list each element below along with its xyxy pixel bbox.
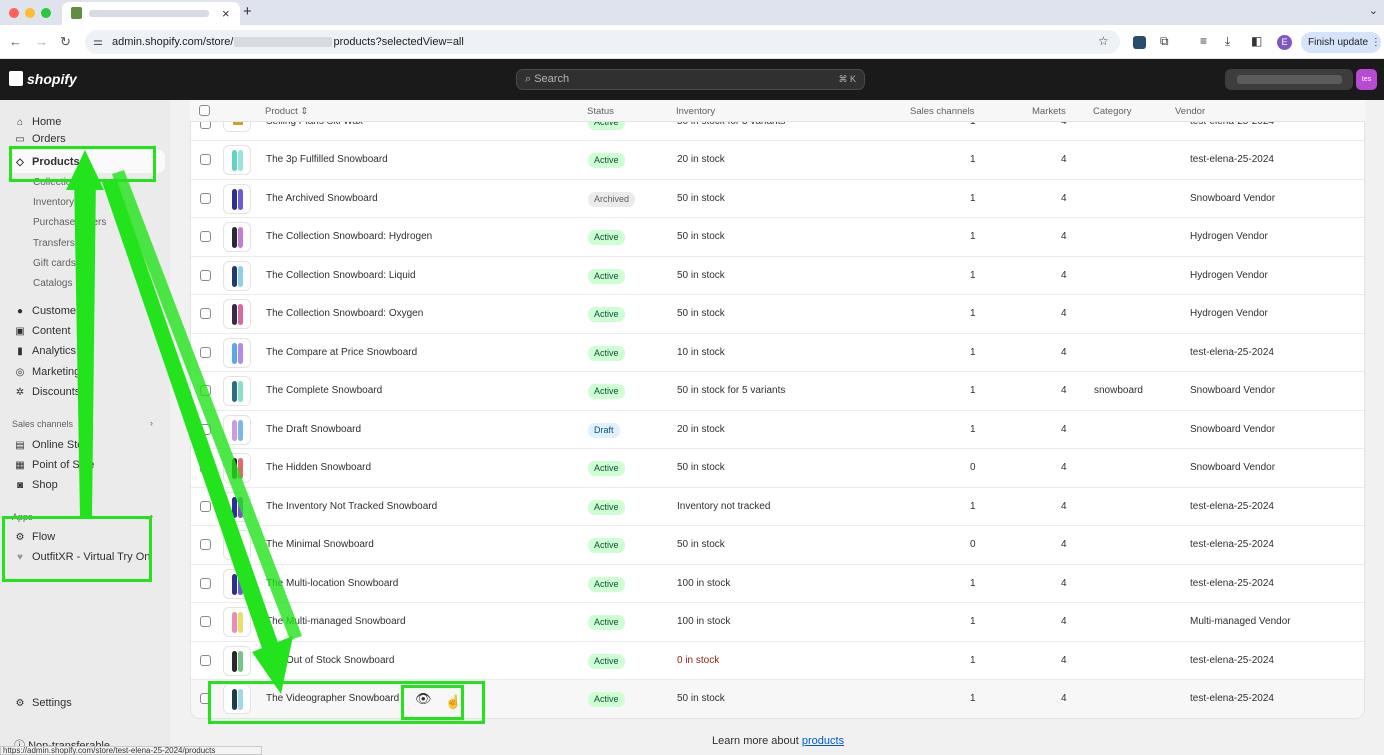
- column-markets[interactable]: Markets: [1032, 106, 1066, 117]
- column-product[interactable]: Product ⇕: [265, 106, 308, 117]
- column-status[interactable]: Status: [587, 106, 614, 117]
- sort-icon: ⇕: [300, 106, 309, 117]
- select-all-checkbox[interactable]: [199, 105, 210, 116]
- column-category[interactable]: Category: [1093, 106, 1132, 117]
- arrowhead-up-icon: [66, 150, 104, 190]
- table-header: Product ⇕ Status Inventory Sales channel…: [190, 100, 1365, 122]
- arrowhead-down-icon: [252, 636, 293, 694]
- arrow-products-to-row: [102, 178, 284, 666]
- column-inventory[interactable]: Inventory: [676, 106, 715, 117]
- arrow-secondary: [112, 170, 302, 640]
- column-product-label: Product: [265, 106, 298, 117]
- column-vendor[interactable]: Vendor: [1175, 106, 1205, 117]
- column-sales-channels[interactable]: Sales channels: [910, 106, 974, 117]
- arrow-apps-to-products: [74, 175, 96, 516]
